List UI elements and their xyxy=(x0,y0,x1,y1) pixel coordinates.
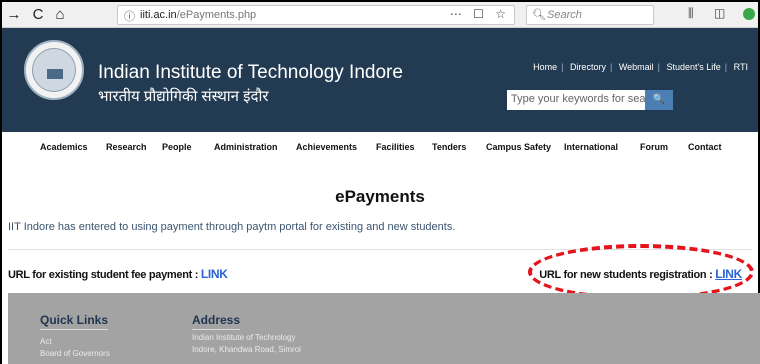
site-title-hindi: भारतीय प्रौद्योगिकी संस्थान इंदौर xyxy=(98,88,269,105)
keyword-search-placeholder: Type your keywords for search xyxy=(511,93,647,105)
nav-academics[interactable]: Academics xyxy=(40,142,88,152)
site-footer: Quick Links Act Board of Governors Addre… xyxy=(8,293,760,364)
browser-toolbar: → C ⌂ ⓘ iiti.ac.in/ePayments.php ⋯ ☐ ☆ 🔍… xyxy=(2,2,758,28)
footer-link-board-of-governors[interactable]: Board of Governors xyxy=(40,349,110,358)
browser-search-placeholder: Search xyxy=(547,9,582,21)
page-title: ePayments xyxy=(335,187,425,206)
nav-achievements[interactable]: Achievements xyxy=(296,142,357,152)
footer-address-line: Indore, Khandwa Road, Simrol xyxy=(192,345,301,354)
back-icon[interactable]: → xyxy=(4,5,24,25)
top-link-directory[interactable]: Directory xyxy=(566,62,610,72)
library-icon[interactable]: ⫼ xyxy=(688,6,694,21)
reload-icon[interactable]: C xyxy=(28,5,48,25)
top-link-students-life[interactable]: Student's Life xyxy=(663,62,725,72)
existing-fee-label: URL for existing student fee payment : xyxy=(8,269,201,281)
existing-fee-link[interactable]: LINK xyxy=(201,267,228,281)
nav-tenders[interactable]: Tenders xyxy=(432,142,466,152)
search-icon: 🔍︎ xyxy=(532,9,546,21)
logo-book-shape xyxy=(47,69,63,79)
intro-text: IIT Indore has entered to using payment … xyxy=(8,221,456,233)
existing-fee-row: URL for existing student fee payment : L… xyxy=(8,267,228,281)
top-link-home[interactable]: Home xyxy=(529,62,561,72)
nav-research[interactable]: Research xyxy=(106,142,147,152)
extension-icon[interactable] xyxy=(743,8,755,20)
top-link-rti[interactable]: RTI xyxy=(730,62,752,72)
url-text: iiti.ac.in/ePayments.php xyxy=(140,9,256,21)
nav-campus-safety[interactable]: Campus Safety xyxy=(486,142,551,152)
keyword-search-button[interactable]: 🔍 xyxy=(645,90,673,110)
iit-indore-logo[interactable] xyxy=(24,40,84,100)
site-header: Indian Institute of Technology Indore भा… xyxy=(2,28,758,132)
top-link-webmail[interactable]: Webmail xyxy=(615,62,658,72)
keyword-search-input[interactable]: Type your keywords for search xyxy=(507,90,647,110)
footer-quick-links-title: Quick Links xyxy=(40,313,109,330)
nav-people[interactable]: People xyxy=(162,142,192,152)
nav-administration[interactable]: Administration xyxy=(214,142,278,152)
url-actions-icon[interactable]: ⋯ ☐ ☆ xyxy=(450,7,510,21)
footer-address-title: Address xyxy=(192,313,241,330)
top-links: Home | Directory | Webmail | Student's Life… xyxy=(529,62,752,72)
nav-forum[interactable]: Forum xyxy=(640,142,668,152)
url-path: /ePayments.php xyxy=(176,9,257,21)
sidebar-icon[interactable]: ◫ xyxy=(714,6,725,20)
nav-international[interactable]: International xyxy=(564,142,618,152)
main-nav: Academics Research People Administration… xyxy=(2,136,758,158)
logo-emblem xyxy=(32,48,76,92)
url-bar[interactable]: ⓘ iiti.ac.in/ePayments.php ⋯ ☐ ☆ xyxy=(117,5,515,25)
url-domain: iiti.ac.in xyxy=(140,9,177,21)
nav-facilities[interactable]: Facilities xyxy=(376,142,415,152)
browser-search-input[interactable]: 🔍︎ Search xyxy=(526,5,654,25)
site-title-english: Indian Institute of Technology Indore xyxy=(98,62,403,83)
home-icon[interactable]: ⌂ xyxy=(50,5,70,25)
footer-address-line: Indian Institute of Technology xyxy=(192,333,296,342)
nav-contact[interactable]: Contact xyxy=(688,142,722,152)
footer-link-act[interactable]: Act xyxy=(40,337,52,346)
info-icon[interactable]: ⓘ xyxy=(124,8,135,24)
red-dashed-annotation xyxy=(528,244,754,300)
